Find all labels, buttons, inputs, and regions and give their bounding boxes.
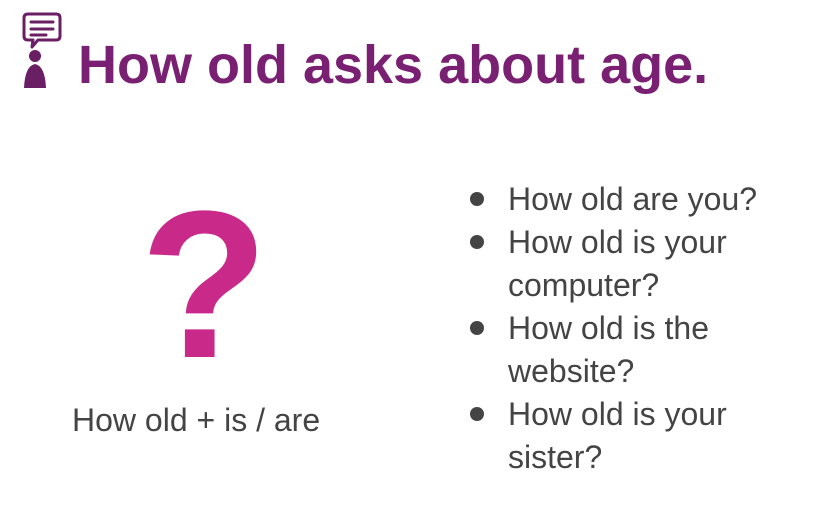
example-item: How old is the website?	[466, 307, 796, 393]
slide-title: How old asks about age.	[78, 35, 709, 95]
example-text: How old are you?	[508, 181, 758, 217]
question-mark-symbol: ?	[140, 167, 269, 402]
speaking-person-icon	[22, 12, 62, 92]
example-item: How old is your computer?	[466, 221, 796, 307]
bullet-dot	[470, 321, 484, 335]
example-item: How old is your sister?	[466, 393, 796, 479]
grammar-formula: How old + is / are	[72, 402, 321, 438]
bullet-dot	[470, 192, 484, 206]
example-item: How old are you?	[466, 178, 796, 221]
example-text: How old is your sister?	[508, 396, 727, 475]
example-text: How old is the website?	[508, 310, 709, 389]
bullet-dot	[470, 235, 484, 249]
example-text: How old is your computer?	[508, 224, 727, 303]
bullet-dot	[470, 407, 484, 421]
example-list: How old are you? How old is your compute…	[466, 178, 796, 479]
